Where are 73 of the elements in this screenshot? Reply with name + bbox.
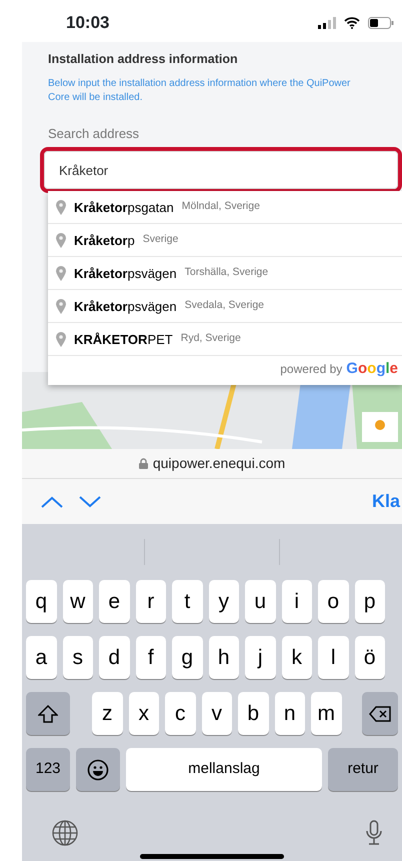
keyboard-key[interactable]: u [245, 580, 276, 623]
chevron-up-icon[interactable] [40, 494, 64, 508]
keyboard-key[interactable]: d [99, 636, 130, 679]
backspace-icon [369, 706, 391, 722]
pin-icon [56, 200, 66, 215]
attribution-text: powered by [280, 361, 342, 378]
keyboard-key[interactable]: j [245, 636, 276, 679]
keyboard-key[interactable]: m [311, 692, 342, 735]
keyboard-key[interactable]: t [172, 580, 202, 623]
keyboard-key[interactable]: f [136, 636, 166, 679]
keyboard-key[interactable]: z [92, 692, 122, 735]
emoji-icon [87, 758, 109, 780]
keyboard-key[interactable]: q [26, 580, 56, 623]
keyboard-key[interactable]: k [282, 636, 312, 679]
suggestion-name: Kråketorpsgatan [74, 198, 174, 217]
keyboard-key[interactable]: p [354, 580, 385, 623]
keyboard-key[interactable]: h [208, 636, 239, 679]
suggestion-item[interactable]: Kråketorpsgatan Mölndal, Sverige [48, 191, 402, 224]
wifi-icon [344, 17, 360, 29]
search-field[interactable]: Kråketor [44, 151, 398, 190]
keyboard-key[interactable]: i [282, 580, 312, 623]
keyboard-key[interactable]: w [62, 580, 93, 623]
numbers-key[interactable]: 123 [26, 748, 70, 791]
suggestion-location: Svedala, Sverige [184, 298, 264, 314]
shift-key[interactable] [26, 692, 70, 735]
return-key[interactable]: retur [328, 748, 398, 791]
suggestion-name: Kråketorpsvägen [74, 264, 177, 283]
keyboard-key[interactable]: ö [354, 636, 385, 679]
suggestion-location: Torshälla, Sverige [184, 265, 268, 280]
suggestion-name: KRÅKETORPET [74, 330, 173, 348]
pin-icon [56, 232, 66, 248]
pin-icon [56, 332, 66, 347]
url-text: quipower.enequi.com [152, 454, 286, 473]
keyboard-key[interactable]: s [62, 636, 93, 679]
pin-icon [56, 266, 66, 281]
keyboard-key[interactable]: o [318, 580, 348, 623]
section-title: Installation address information [48, 51, 239, 68]
pin-icon [56, 298, 66, 314]
status-time: 10:03 [66, 12, 110, 34]
keyboard-key[interactable]: c [165, 692, 196, 735]
keyboard-key[interactable]: e [99, 580, 130, 623]
chevron-down-icon[interactable] [78, 494, 102, 508]
keyboard-key[interactable]: b [238, 692, 268, 735]
suggestion-name: Kråketorpsvägen [74, 298, 177, 316]
battery-icon [368, 17, 394, 29]
suggestion-item[interactable]: Kråketorpsvägen Svedala, Sverige [48, 290, 402, 324]
suggestion-item[interactable]: KRÅKETORPET Ryd, Sverige [48, 323, 402, 356]
suggestion-item[interactable]: Kråketorp Sverige [48, 224, 402, 258]
keyboard-key[interactable]: y [208, 580, 239, 623]
keyboard-key[interactable]: l [318, 636, 348, 679]
globe-icon[interactable] [52, 820, 78, 846]
keyboard-key[interactable]: n [274, 692, 305, 735]
shift-icon [38, 704, 58, 722]
suggestion-location: Ryd, Sverige [180, 331, 241, 346]
backspace-key[interactable] [362, 692, 398, 735]
space-key[interactable]: mellanslag [126, 748, 322, 791]
keyboard-key[interactable]: x [128, 692, 159, 735]
keyboard-key[interactable]: a [26, 636, 56, 679]
search-label: Search address [48, 124, 140, 143]
section-description: Below input the installation address information where the QuiPower Core will be installed. [48, 76, 352, 106]
keyboard-key[interactable]: g [172, 636, 202, 679]
microphone-icon[interactable] [366, 820, 382, 846]
keyboard-key[interactable]: r [136, 580, 166, 623]
brand-logo-text: Google [346, 359, 398, 380]
keyboard-key[interactable]: v [202, 692, 232, 735]
suggestion-name: Kråketorp [74, 232, 135, 250]
suggestion-location: Sverige [142, 232, 178, 248]
suggestion-location: Mölndal, Sverige [182, 199, 260, 214]
emoji-key[interactable] [76, 748, 120, 791]
suggestion-item[interactable]: Kråketorpsvägen Torshälla, Sverige [48, 257, 402, 290]
lock-icon [138, 458, 148, 469]
signal-icon [318, 17, 336, 29]
done-button[interactable]: Kla [372, 488, 402, 515]
